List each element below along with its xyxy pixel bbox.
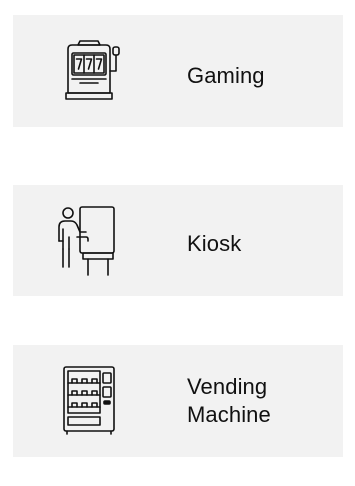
kiosk-icon [50,201,130,281]
vending-machine-icon [50,361,130,441]
card-label: Gaming [187,63,265,88]
card-label: Vending Machine [187,374,271,427]
card-label: Kiosk [187,231,242,256]
slot-machine-icon [50,31,130,111]
card-vending-machine[interactable]: Vending Machine [13,345,343,457]
card-gaming[interactable]: Gaming [13,15,343,127]
card-kiosk[interactable]: Kiosk [13,185,343,296]
